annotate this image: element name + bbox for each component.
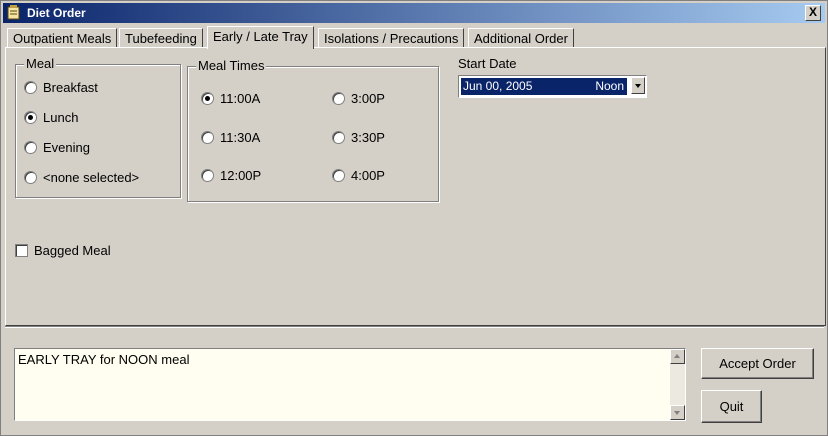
diet-order-window: Diet Order X Outpatient Meals Tubefeedin… [0, 0, 828, 436]
meal-option-none[interactable]: <none selected> [24, 170, 139, 185]
start-date-label: Start Date [458, 56, 517, 71]
radio-icon [201, 169, 214, 182]
start-date-value: Jun 00, 2005 Noon [461, 78, 627, 95]
scroll-down-icon[interactable] [670, 405, 685, 420]
time-option-330p[interactable]: 3:30P [332, 130, 385, 145]
start-date-time: Noon [595, 79, 624, 93]
radio-label: <none selected> [43, 170, 140, 185]
radio-icon [332, 169, 345, 182]
radio-label: Breakfast [43, 80, 98, 95]
tab-additional-order[interactable]: Additional Order [468, 28, 574, 48]
radio-icon [24, 81, 37, 94]
chevron-down-icon[interactable] [631, 77, 645, 94]
bagged-meal-checkbox[interactable]: Bagged Meal [15, 243, 111, 258]
radio-label: 3:30P [351, 130, 385, 145]
window-title: Diet Order [27, 6, 86, 20]
close-icon: X [808, 5, 817, 19]
accept-order-button[interactable]: Accept Order [701, 348, 814, 379]
tab-isolations-precautions[interactable]: Isolations / Precautions [318, 28, 465, 48]
time-option-300p[interactable]: 3:00P [332, 91, 385, 106]
radio-label: 11:00A [220, 91, 261, 106]
close-button[interactable]: X [805, 5, 821, 21]
meal-option-breakfast[interactable]: Breakfast [24, 80, 98, 95]
radio-icon [332, 131, 345, 144]
radio-label: 11:30A [220, 130, 261, 145]
radio-icon [201, 131, 214, 144]
radio-selected-icon [24, 111, 37, 124]
meal-option-lunch[interactable]: Lunch [24, 110, 78, 125]
title-bar: Diet Order X [3, 3, 825, 23]
time-option-1130a[interactable]: 11:30A [201, 130, 260, 145]
radio-icon [24, 141, 37, 154]
tab-tubefeeding[interactable]: Tubefeeding [119, 28, 203, 48]
radio-label: Evening [43, 140, 90, 155]
divider [5, 326, 824, 328]
radio-icon [332, 92, 345, 105]
radio-label: Lunch [43, 110, 79, 125]
start-date-combo[interactable]: Jun 00, 2005 Noon [458, 75, 647, 98]
quit-button[interactable]: Quit [701, 390, 762, 423]
bagged-meal-label: Bagged Meal [34, 243, 111, 258]
order-notes-textarea[interactable]: EARLY TRAY for NOON meal [14, 348, 686, 421]
scroll-up-icon[interactable] [670, 349, 685, 364]
time-option-1100a[interactable]: 11:00A [201, 91, 260, 106]
vertical-scrollbar[interactable] [670, 349, 685, 420]
start-date-date: Jun 00, 2005 [463, 79, 533, 93]
checkbox-icon [15, 244, 28, 257]
time-option-1200p[interactable]: 12:00P [201, 168, 261, 183]
meal-group-label: Meal [24, 56, 57, 71]
meal-times-group-label: Meal Times [196, 58, 267, 73]
radio-label: 12:00P [220, 168, 262, 183]
radio-icon [24, 171, 37, 184]
tab-outpatient-meals[interactable]: Outpatient Meals [7, 28, 118, 48]
radio-label: 3:00P [351, 91, 385, 106]
radio-selected-icon [201, 92, 214, 105]
app-icon [7, 5, 20, 20]
time-option-400p[interactable]: 4:00P [332, 168, 385, 183]
radio-label: 4:00P [351, 168, 385, 183]
order-notes-text: EARLY TRAY for NOON meal [18, 352, 190, 367]
meal-option-evening[interactable]: Evening [24, 140, 90, 155]
tab-early-late-tray[interactable]: Early / Late Tray [207, 26, 314, 49]
